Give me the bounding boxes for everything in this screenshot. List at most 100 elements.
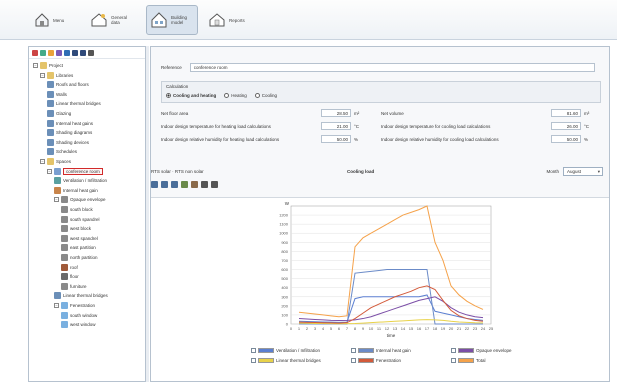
copy-icon[interactable] [48,49,54,56]
legend-item[interactable]: Linear thermal bridges [251,358,321,363]
cooling-humidity-value[interactable]: 50.00 [551,135,581,143]
legend-item[interactable]: Total [451,358,486,363]
legend-item[interactable]: Fenestration [351,358,401,363]
collapse-icon[interactable]: − [47,168,52,174]
tree-node[interactable]: Internal heat gains [47,119,93,128]
tree-node[interactable]: south window [61,311,97,320]
radio-empty-icon [224,93,230,98]
person-icon [54,186,61,194]
tree-node[interactable]: − Fenestration [54,301,95,310]
tree-node[interactable]: Shading diagrams [47,128,92,137]
reference-input[interactable]: conference room [189,63,595,72]
rts-toggle[interactable]: RTS solar · RTS non solar [151,169,204,174]
x-tick-label: 12 [385,326,390,331]
menu-button[interactable]: Menu [30,5,72,35]
tree-node-label: Fenestration [70,303,96,308]
collapse-icon[interactable]: − [40,159,45,164]
tree-node-label: Linear thermal bridges [56,101,101,107]
tree-node-label: west block [70,226,92,232]
tree-node[interactable]: Internal heat gain [54,186,98,195]
tree-node[interactable]: Shading devices [47,138,89,147]
y-tick-label: 500 [281,276,288,281]
tree-node[interactable]: − conference room [47,167,103,176]
building-model-button[interactable]: Building model [146,5,198,35]
collapse-icon[interactable]: − [40,72,45,78]
tree-node[interactable]: west window [61,320,96,329]
collapse-icon[interactable]: − [54,303,59,308]
room-icon [54,167,61,175]
tree-node-label: Internal heat gain [63,187,98,193]
edit-icon[interactable] [56,49,62,56]
tree-node[interactable]: floor [61,272,79,281]
collapse-icon[interactable]: − [54,197,59,203]
panel-splitter[interactable] [146,46,149,382]
move-up-icon[interactable] [72,49,78,56]
legend-checkbox[interactable] [451,358,456,363]
legend-item[interactable]: Internal heat gain [351,348,411,353]
legend-item[interactable]: Ventilation / Infiltration [251,348,320,353]
legend-item[interactable]: Opaque envelope [451,348,512,353]
heating-humidity-value[interactable]: 50.00 [321,135,351,143]
tree-node-label: east partition [70,245,96,251]
tree-node[interactable]: west block [61,224,91,233]
tree-node[interactable]: − Opaque envelope [54,195,106,204]
legend-label: Opaque envelope [476,348,512,353]
print-icon[interactable] [201,181,208,188]
radio-cooling[interactable]: Cooling [254,93,277,98]
legend-checkbox[interactable] [351,348,356,353]
tree-node[interactable]: north partition [61,253,98,262]
zoom-in-icon[interactable] [151,181,158,188]
tree-node[interactable]: Glazing [47,109,71,118]
tree-node-label: furniture [70,283,87,289]
tree-node[interactable]: east partition [61,243,96,252]
pan-icon[interactable] [181,181,188,188]
list-icon [47,138,54,146]
save-chart-icon[interactable] [211,181,218,188]
radio-heating[interactable]: Heating [224,93,247,98]
wall-icon [61,234,68,242]
tree-node[interactable]: south block [61,205,93,214]
net-volume-value[interactable]: 81.60 [551,109,581,117]
tree-node[interactable]: Walls [47,90,67,99]
tree-node-label: Opaque envelope [70,197,106,203]
tree-node[interactable]: roof [61,263,78,272]
x-tick-label: 0 [290,326,293,331]
month-select[interactable]: August [563,167,603,176]
tools-icon[interactable] [88,49,94,56]
window-icon [61,321,68,329]
x-tick-label: 6 [338,326,341,331]
duplicate-icon[interactable] [64,49,70,56]
collapse-icon[interactable]: − [33,63,38,68]
legend-checkbox[interactable] [451,348,456,353]
tree-node[interactable]: Linear thermal bridges [54,291,108,300]
tree-node[interactable]: − Project [33,61,63,70]
legend-checkbox[interactable] [351,358,356,363]
tree-node[interactable]: − Spaces [40,157,71,166]
tree-node[interactable]: Linear thermal bridges [47,99,101,108]
zoom-out-icon[interactable] [161,181,168,188]
tree-node[interactable]: west spandrel [61,234,98,243]
tree-node-label: north partition [70,255,98,260]
copy-chart-icon[interactable] [191,181,198,188]
legend-checkbox[interactable] [251,348,256,353]
window-icon [61,302,68,309]
tree-node[interactable]: Schedules [47,147,77,156]
reports-button[interactable]: Reports [204,5,252,35]
x-tick-label: 4 [322,326,325,331]
zoom-fit-icon[interactable] [171,181,178,188]
net-floor-area-value[interactable]: 28.50 [321,109,351,117]
add-icon[interactable] [40,49,46,56]
tree-node[interactable]: − Libraries [40,71,73,80]
tree-node[interactable]: Ventilation / Infiltration [54,176,107,185]
legend-checkbox[interactable] [251,358,256,363]
tree-node[interactable]: furniture [61,282,87,291]
general-data-button[interactable]: General data [86,5,138,35]
move-down-icon[interactable] [80,49,86,56]
radio-cooling-and-heating[interactable]: Cooling and heating [166,93,216,98]
calculation-group: Calculation Cooling and heating Heating … [161,81,601,103]
tree-node[interactable]: south spandrel [61,215,100,224]
heating-temperature-value[interactable]: 21.00 [321,122,351,130]
tree-node[interactable]: Roofs and floors [47,80,89,89]
cooling-temperature-value[interactable]: 26.00 [551,122,581,130]
delete-icon[interactable] [32,49,38,56]
